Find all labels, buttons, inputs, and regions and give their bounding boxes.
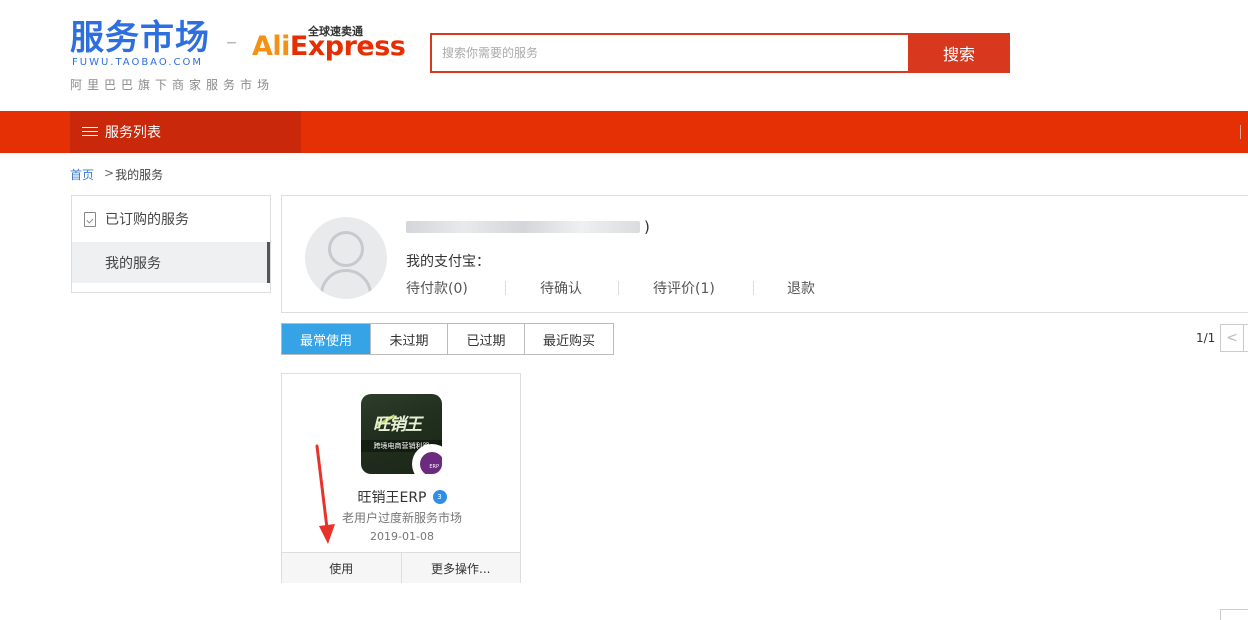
avatar [305,217,387,299]
card-actions: 使用 更多操作... [282,552,520,583]
service-list-menu[interactable]: 服务列表 [70,111,301,153]
sidebar-heading: 已订购的服务 [72,196,270,242]
trademark-icon: ® [364,41,370,48]
username-suffix: ) [644,218,650,236]
breadcrumb-current: 我的服务 [115,168,164,182]
app-icon-badge: ERP [429,464,439,470]
annotation-arrow-icon [315,444,335,544]
fuwu-logo[interactable]: 服务市场 [70,18,210,58]
tab-not-expired[interactable]: 未过期 [371,324,448,354]
stat-pending-payment[interactable]: 待付款(0) [406,278,540,298]
profile-panel: ) 我的支付宝： 待付款(0) 待确认 待评价(1) 退款 [281,195,1248,313]
fuwu-logo-url: FUWU.TAOBAO.COM [72,57,203,68]
sidebar-item-my-services[interactable]: 我的服务 [72,242,270,283]
username-redacted [406,221,640,233]
use-button[interactable]: 使用 [282,553,401,583]
tab-recent-purchase[interactable]: 最近购买 [525,324,613,354]
app-icon[interactable]: 旺销王 跨境电商营销利器 ERP [361,394,442,474]
nav-divider [1240,125,1241,139]
breadcrumb-separator: > [104,166,115,180]
sidebar: 已订购的服务 我的服务 [71,195,271,293]
service-list-label: 服务列表 [105,125,161,141]
search-input[interactable] [432,35,908,71]
app-icon-title: 旺销王 [373,415,422,435]
search-button[interactable]: 搜索 [908,33,1010,73]
pager-text: 1/1 [1196,331,1216,345]
stat-divider [753,281,754,295]
order-icon [84,211,96,227]
more-actions-button[interactable]: 更多操作... [400,553,521,583]
breadcrumb: 首页 > 我的服务 [70,166,163,183]
pager-next-button[interactable] [1244,324,1248,352]
service-tabs: 最常使用 未过期 已过期 最近购买 [281,323,614,355]
vip-badge-icon: 3 [432,490,447,504]
aliexpress-logo-ali: Ali [252,31,290,62]
aliexpress-logo-express: Express [289,31,406,62]
page: 服务市场 FUWU.TAOBAO.COM 阿里巴巴旗下商家服务市场 – 全球速卖… [0,0,1248,620]
menu-icon [82,126,98,138]
nav-bar: 服务列表 [0,111,1248,153]
stat-divider [505,281,506,295]
app-icon-corner-inner [420,452,442,474]
tab-most-used[interactable]: 最常使用 [282,324,371,354]
stat-pending-confirm[interactable]: 待确认 [540,278,653,298]
tab-expired[interactable]: 已过期 [448,324,525,354]
alipay-label: 我的支付宝： [406,254,490,270]
aliexpress-logo[interactable]: AliExpress [252,31,406,62]
stat-refund[interactable]: 退款 [787,278,847,298]
pager-prev-button[interactable]: < [1220,324,1244,352]
avatar-body-icon [320,269,372,299]
app-name-text[interactable]: 旺销王ERP [357,487,426,507]
search-box [430,33,910,73]
stat-pending-review[interactable]: 待评价(1) [653,278,787,298]
breadcrumb-home-link[interactable]: 首页 [70,166,94,183]
scroll-control[interactable] [1220,609,1248,620]
order-stats: 待付款(0) 待确认 待评价(1) 退款 [406,278,847,298]
stat-divider [618,281,619,295]
logo-divider: – [226,30,237,55]
avatar-head-icon [328,231,364,267]
username: ) [406,218,650,236]
sidebar-heading-label: 已订购的服务 [105,212,189,228]
logo-tagline: 阿里巴巴旗下商家服务市场 [70,78,275,92]
